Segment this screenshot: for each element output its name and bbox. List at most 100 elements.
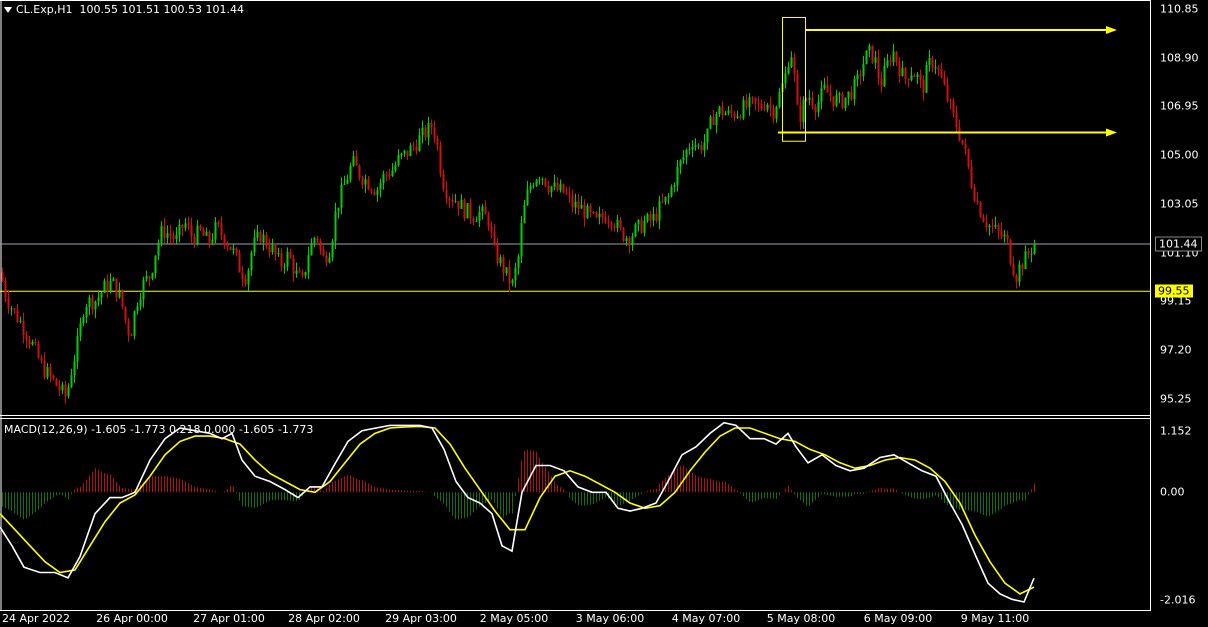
candle-body: [925, 64, 928, 93]
candle: [403, 149, 406, 157]
candle: [448, 196, 451, 209]
candle-body: [43, 360, 46, 378]
candle-body: [541, 178, 544, 180]
candle: [886, 53, 889, 68]
price-chart-canvas[interactable]: [0, 0, 1208, 627]
candle-body: [475, 220, 478, 222]
candle-body: [109, 280, 112, 292]
candle-body: [265, 234, 268, 247]
time-axis[interactable]: 24 Apr 2022 26 Apr 00:00 27 Apr 01:00 28 Ap…: [0, 612, 1150, 626]
candle-body: [268, 246, 271, 253]
candle-body: [199, 225, 202, 230]
candle: [742, 96, 745, 120]
candle: [745, 93, 748, 110]
candle: [784, 66, 787, 89]
candle: [409, 142, 412, 157]
time-tick-label: 28 Apr 02:00: [288, 612, 360, 625]
candle: [604, 210, 607, 224]
candle-body: [847, 91, 850, 98]
dropdown-triangle-icon[interactable]: [4, 7, 12, 13]
candle: [844, 97, 847, 112]
candle-body: [304, 271, 307, 276]
candle: [811, 90, 814, 110]
candle: [859, 69, 862, 85]
candle: [169, 224, 172, 244]
candle-body: [760, 103, 763, 109]
candle: [595, 211, 598, 219]
candle: [868, 43, 871, 58]
candle: [232, 244, 235, 255]
candle-body: [853, 79, 856, 100]
candle: [862, 55, 865, 82]
candle-body: [85, 307, 88, 318]
candle: [106, 274, 109, 298]
candle-body: [307, 255, 310, 272]
time-tick-label: 2 May 05:00: [479, 612, 549, 625]
candle: [466, 203, 469, 219]
candle-body: [625, 238, 628, 241]
candle: [571, 189, 574, 213]
candle-body: [829, 92, 832, 97]
candle-body: [523, 205, 526, 224]
candle: [205, 227, 208, 237]
candle-body: [550, 186, 553, 193]
candle: [697, 143, 700, 150]
candle: [55, 377, 58, 387]
candle-body: [16, 309, 19, 322]
candle: [709, 115, 712, 130]
candle: [619, 216, 622, 231]
candle-body: [793, 57, 796, 74]
candle: [649, 210, 652, 228]
candle-body: [895, 51, 898, 63]
candle: [211, 233, 214, 246]
candle-body: [778, 92, 781, 107]
candle-body: [322, 249, 325, 256]
candle: [262, 229, 265, 251]
chart-header[interactable]: CL.Exp,H1 100.55 101.51 100.53 101.44: [4, 3, 244, 16]
candle-body: [532, 185, 535, 187]
candle: [760, 99, 763, 111]
candle: [835, 89, 838, 108]
candle: [520, 215, 523, 263]
candle: [151, 272, 154, 281]
candle: [841, 91, 844, 110]
time-tick-label: 29 Apr 03:00: [385, 612, 457, 625]
candle-body: [4, 281, 7, 298]
macd-axis[interactable]: 1.152 0.00 -2.016: [1160, 0, 1208, 612]
candle-body: [598, 213, 601, 218]
candle: [586, 203, 589, 219]
candle-body: [223, 235, 226, 245]
candle-body: [745, 100, 748, 108]
candle: [889, 55, 892, 67]
candle-body: [49, 367, 52, 376]
candle: [247, 268, 250, 291]
candle: [748, 93, 751, 116]
candle-body: [871, 45, 874, 63]
candlestick-series: [1, 43, 1036, 404]
candle: [637, 219, 640, 232]
candle-body: [1015, 275, 1018, 282]
candle-body: [859, 74, 862, 77]
candle: [856, 69, 859, 87]
candle-body: [103, 280, 106, 293]
candle-body: [328, 257, 331, 263]
candle: [712, 109, 715, 126]
candle-body: [25, 334, 28, 340]
candle: [253, 229, 256, 256]
candle: [565, 186, 568, 195]
candle-body: [271, 244, 274, 253]
candle-body: [7, 297, 10, 309]
candle: [322, 245, 325, 257]
candle-body: [520, 223, 523, 257]
candle: [340, 177, 343, 215]
candle: [940, 63, 943, 79]
candle: [148, 275, 151, 287]
candle: [64, 380, 67, 404]
candle-body: [739, 116, 742, 119]
candle-body: [751, 97, 754, 99]
candle: [394, 161, 397, 173]
candle-body: [277, 253, 280, 255]
candle-body: [394, 165, 397, 171]
candle: [757, 96, 760, 112]
candle-body: [463, 199, 466, 219]
